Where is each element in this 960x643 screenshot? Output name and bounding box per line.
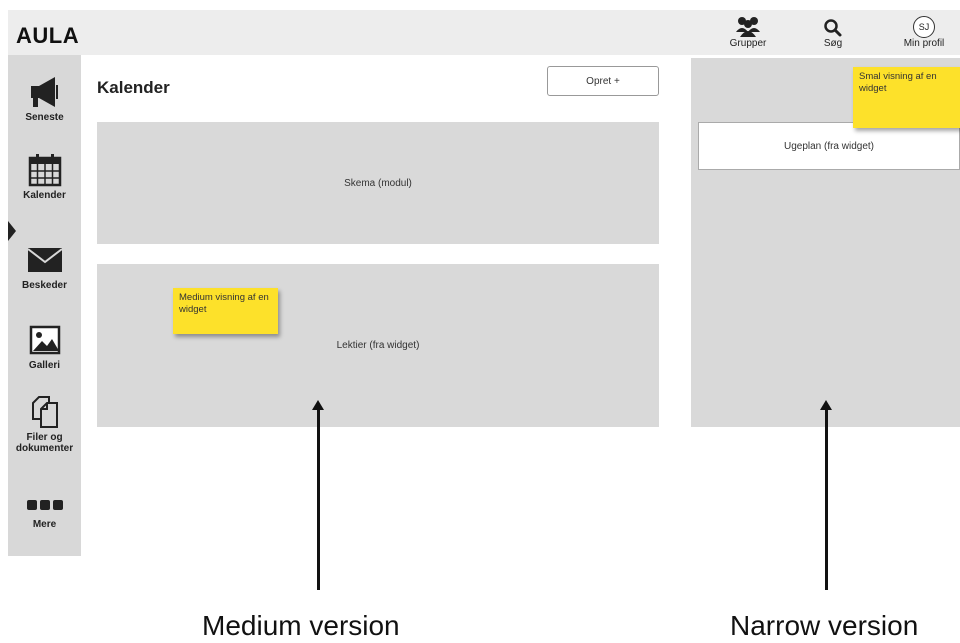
- group-icon: [718, 12, 778, 38]
- sidebar-item-beskeder[interactable]: Beskeder: [8, 240, 81, 291]
- app-logo[interactable]: AULA: [16, 23, 79, 49]
- sticky-note-narrow: Smal visning af en widget: [853, 67, 960, 128]
- sidebar-item-label: Kalender: [23, 190, 66, 201]
- homework-panel-label: Lektier (fra widget): [336, 340, 420, 351]
- nav-profile-label: Min profil: [903, 38, 945, 49]
- avatar-icon: SJ: [913, 16, 935, 38]
- more-icon: [8, 491, 81, 519]
- page-title: Kalender: [97, 78, 170, 97]
- arrow-shaft: [317, 408, 320, 590]
- sidebar-item-label-line2: dokumenter: [15, 443, 74, 454]
- sidebar-item-label: Galleri: [28, 360, 61, 371]
- sidebar-item-galleri[interactable]: Galleri: [8, 320, 81, 371]
- megaphone-icon: [8, 72, 81, 112]
- sidebar-item-kalender[interactable]: Kalender: [8, 150, 81, 201]
- create-button[interactable]: Opret +: [547, 66, 659, 96]
- nav-search-label: Søg: [823, 38, 843, 49]
- caption-narrow: Narrow version: [730, 610, 919, 641]
- sticky-note-medium: Medium visning af en widget: [173, 288, 278, 334]
- caption-medium: Medium version: [202, 610, 400, 641]
- top-bar: AULA Grupper Søg SJ Min profil: [8, 10, 960, 55]
- search-icon: [803, 12, 863, 38]
- sidebar: Seneste Kalender Beskeder Galleri Filer …: [8, 55, 81, 556]
- schedule-panel: Skema (modul): [97, 122, 659, 244]
- image-icon: [8, 320, 81, 360]
- sidebar-item-mere[interactable]: Mere: [8, 491, 81, 530]
- sidebar-item-label-line1: Filer og: [26, 432, 63, 443]
- nav-groups[interactable]: Grupper: [718, 12, 778, 49]
- files-icon: [8, 392, 81, 432]
- sidebar-item-label: Seneste: [25, 112, 64, 123]
- weekplan-panel: Ugeplan (fra widget): [698, 122, 960, 170]
- nav-search[interactable]: Søg: [803, 12, 863, 49]
- nav-groups-label: Grupper: [729, 38, 767, 49]
- arrow-shaft: [825, 408, 828, 590]
- active-indicator: [8, 221, 16, 241]
- sidebar-item-filer[interactable]: Filer og dokumenter: [8, 392, 81, 454]
- sidebar-item-label: Mere: [32, 519, 57, 530]
- nav-profile[interactable]: SJ Min profil: [894, 12, 954, 49]
- envelope-icon: [8, 240, 81, 280]
- sidebar-item-label: Beskeder: [21, 280, 68, 291]
- schedule-panel-label: Skema (modul): [344, 177, 412, 189]
- calendar-icon: [8, 150, 81, 190]
- sidebar-item-seneste[interactable]: Seneste: [8, 72, 81, 123]
